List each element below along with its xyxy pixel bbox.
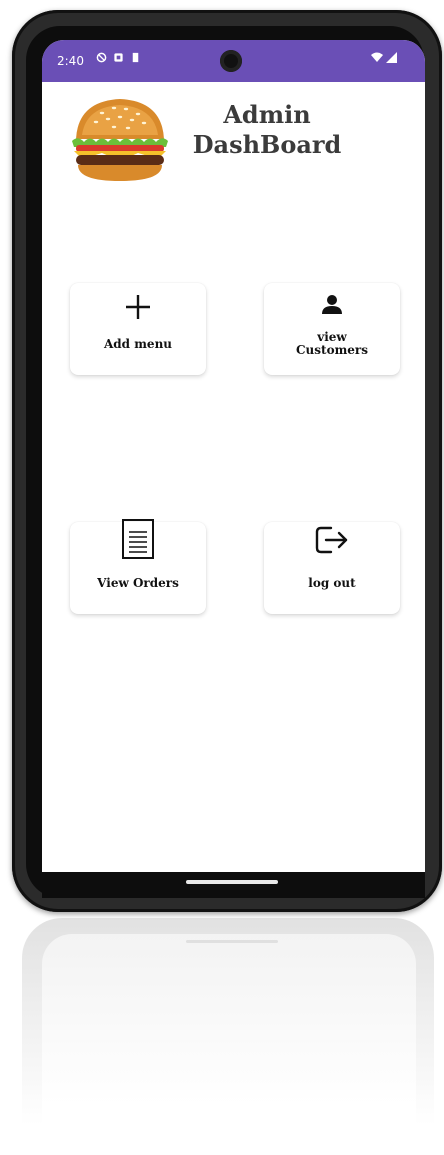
- add-menu-card[interactable]: Add menu: [70, 283, 206, 375]
- phone-reflection-screen: [42, 934, 416, 1148]
- view-customers-label-line-2: Customers: [296, 343, 368, 357]
- page-title: Admin DashBoard: [192, 100, 342, 160]
- wifi-icon: [371, 52, 383, 62]
- shield-icon: [96, 52, 107, 63]
- person-icon: [322, 295, 342, 314]
- title-line-2: DashBoard: [192, 130, 342, 159]
- plus-icon: [126, 295, 150, 319]
- title-line-1: Admin: [223, 100, 311, 129]
- navigation-bar: [42, 872, 425, 898]
- document-list-icon: [122, 519, 154, 559]
- home-gesture-bar[interactable]: [186, 880, 278, 884]
- view-orders-card[interactable]: View Orders: [70, 519, 206, 614]
- app-screen: 2:40 Admin DashBoard Add menu view Custo…: [42, 40, 425, 888]
- log-out-card[interactable]: log out: [264, 522, 400, 614]
- sd-card-icon: [132, 52, 139, 63]
- burger-icon: [72, 99, 168, 181]
- logout-icon: [315, 526, 348, 554]
- reflection-home-bar: [186, 940, 278, 943]
- signal-icon: [386, 52, 397, 63]
- view-customers-label: view Customers: [264, 331, 400, 357]
- status-time: 2:40: [57, 54, 84, 68]
- add-menu-label: Add menu: [103, 337, 173, 351]
- status-bar: 2:40: [42, 40, 425, 82]
- sim-icon: [114, 53, 123, 62]
- view-customers-card[interactable]: view Customers: [264, 283, 400, 375]
- log-out-label: log out: [308, 576, 356, 590]
- view-orders-label: View Orders: [97, 576, 179, 590]
- front-camera: [220, 50, 242, 72]
